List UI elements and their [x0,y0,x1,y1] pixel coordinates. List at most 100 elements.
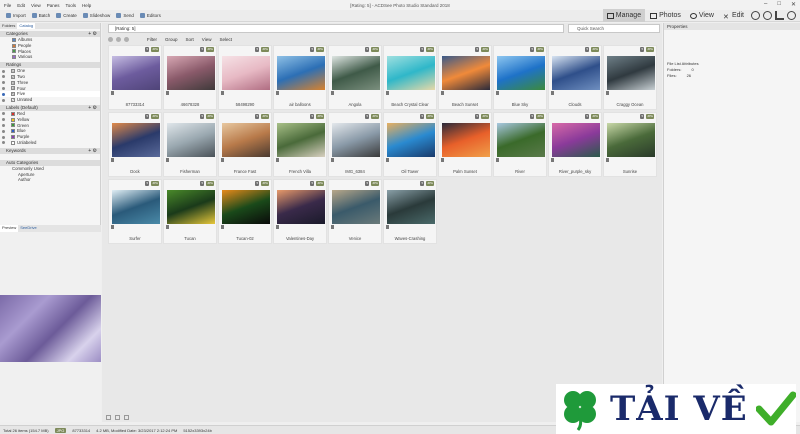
menu-file[interactable]: File [4,3,11,8]
radio-icon[interactable] [2,118,5,122]
send-button[interactable]: Send [116,13,134,18]
thumbnail-image[interactable] [277,123,325,157]
tab-seedrive[interactable]: SeeDrive [18,225,38,232]
close-button[interactable]: ✕ [791,1,796,8]
thumbnail-image[interactable] [167,190,215,224]
mode-photos[interactable]: Photos [646,9,685,22]
thumbnail-image[interactable] [167,123,215,157]
thumbnail-tile[interactable]: 5 JPG Palm Sunset [438,112,492,177]
radio-icon[interactable] [2,92,5,96]
minimize-button[interactable]: – [764,1,767,8]
thumbnail-image[interactable] [552,56,600,90]
create-button[interactable]: Create [56,13,77,18]
thumbnail-tile[interactable]: 5 JPG 87733314 [108,45,162,110]
mode-manage[interactable]: Manage [602,9,646,22]
slideshow-button[interactable]: Slideshow [82,13,110,18]
dashboard-icon[interactable] [751,11,760,20]
back-icon[interactable] [108,36,113,42]
settings-icon[interactable] [787,11,796,20]
thumbnail-image[interactable] [222,56,270,90]
rating-item[interactable]: / Unrated [0,97,100,103]
thumbnail-tile[interactable]: 5 JPG Fisherman [163,112,217,177]
thumbnail-tile[interactable]: 5 JPG Beach Sunset [438,45,492,110]
radio-icon[interactable] [2,98,5,102]
thumbnail-tile[interactable]: 5 JPG 46678328 [163,45,217,110]
add-keyword-icon[interactable]: + ⚙ [88,148,97,154]
keywords-header[interactable]: Keywords + ⚙ [0,147,100,154]
radio-icon[interactable] [2,123,5,127]
import-button[interactable]: Import [6,13,26,18]
filter-menu[interactable]: Filter [147,37,157,42]
thumbnail-image[interactable] [607,56,655,90]
thumbnail-tile[interactable]: 5 JPG air balloons [273,45,327,110]
menu-tools[interactable]: Tools [65,3,76,8]
tab-preview[interactable]: Preview [0,225,19,232]
menu-edit[interactable]: Edit [17,3,25,8]
thumbnail-image[interactable] [277,56,325,90]
thumbnail-image[interactable] [112,56,160,90]
thumbnail-image[interactable] [552,123,600,157]
thumbnail-tile[interactable]: 5 JPG 58498290 [218,45,272,110]
thumbnail-image[interactable] [167,56,215,90]
mode-edit[interactable]: ✕ Edit [719,9,748,22]
thumbnail-tile[interactable]: 5 JPG Angola [328,45,382,110]
thumbnail-tile[interactable]: 5 JPG Blue Sky [493,45,547,110]
thumbnail-tile[interactable]: 5 JPG France Fast [218,112,272,177]
tab-catalog[interactable]: Catalog [17,23,36,29]
mode-view[interactable]: View [686,9,718,22]
auto-category-item[interactable]: Author [0,177,100,183]
thumbnail-tile[interactable]: 5 JPG Clouds [548,45,602,110]
sort-menu[interactable]: Sort [186,37,194,42]
radio-icon[interactable] [2,135,5,139]
radio-icon[interactable] [2,141,5,145]
group-menu[interactable]: Group [165,37,178,42]
thumbnail-tile[interactable]: 5 JPG French Villa [273,112,327,177]
maximize-button[interactable]: □ [777,1,781,8]
radio-icon[interactable] [2,129,5,133]
thumbnail-image[interactable] [387,190,435,224]
thumbnail-tile[interactable]: 5 JPG Craggy Ocean [603,45,657,110]
thumbnail-image[interactable] [387,56,435,90]
thumbnail-image[interactable] [387,123,435,157]
thumbnail-tile[interactable]: 5 JPG Tucan-02 [218,179,272,244]
thumbnail-image[interactable] [442,123,490,157]
thumbnail-image[interactable] [222,190,270,224]
thumbnail-image[interactable] [332,190,380,224]
thumbnail-image[interactable] [222,123,270,157]
thumbnail-image[interactable] [112,123,160,157]
thumbnail-image[interactable] [112,190,160,224]
editors-button[interactable]: Editors [139,13,161,18]
radio-icon[interactable] [2,75,5,79]
radio-icon[interactable] [2,86,5,90]
stats-icon[interactable] [775,11,784,20]
radio-icon[interactable] [2,69,5,73]
batch-button[interactable]: Batch [31,13,50,18]
thumbnail-image[interactable] [497,123,545,157]
thumbnail-image[interactable] [332,56,380,90]
thumbnail-tile[interactable]: 5 JPG Beach Crystal Clear [383,45,437,110]
view-menu[interactable]: View [202,37,212,42]
thumbnail-image[interactable] [497,56,545,90]
radio-icon[interactable] [2,112,5,116]
thumbnail-image[interactable] [442,56,490,90]
thumbnail-tile[interactable]: 5 JPG IMG_6384 [328,112,382,177]
select-menu[interactable]: Select [219,37,232,42]
thumbnail-tile[interactable]: 5 JPG Surfer [108,179,162,244]
menu-help[interactable]: Help [82,3,91,8]
thumbnail-tile[interactable]: 5 JPG Oil Tower [383,112,437,177]
thumbnail-image[interactable] [277,190,325,224]
thumbnail-tile[interactable]: 5 JPG River [493,112,547,177]
category-item[interactable]: Various [0,54,100,60]
thumbnail-tile[interactable]: 5 JPG Dock [108,112,162,177]
thumbnail-tile[interactable]: 5 JPG Venice [328,179,382,244]
menu-panes[interactable]: Panes [47,3,60,8]
quick-search-input[interactable]: Quick Search [568,24,660,33]
forward-icon[interactable] [116,36,121,42]
zoom-in-icon[interactable] [115,414,120,420]
thumbnail-tile[interactable]: 5 JPG River_purple_sky [548,112,602,177]
thumbnail-tile[interactable]: 5 JPG Sunrise [603,112,657,177]
thumbnail-tile[interactable]: 5 JPG Waves-Crashing [383,179,437,244]
menu-view[interactable]: View [31,3,41,8]
face-icon[interactable] [763,11,772,20]
label-item[interactable]: Unlabeled [0,140,100,146]
